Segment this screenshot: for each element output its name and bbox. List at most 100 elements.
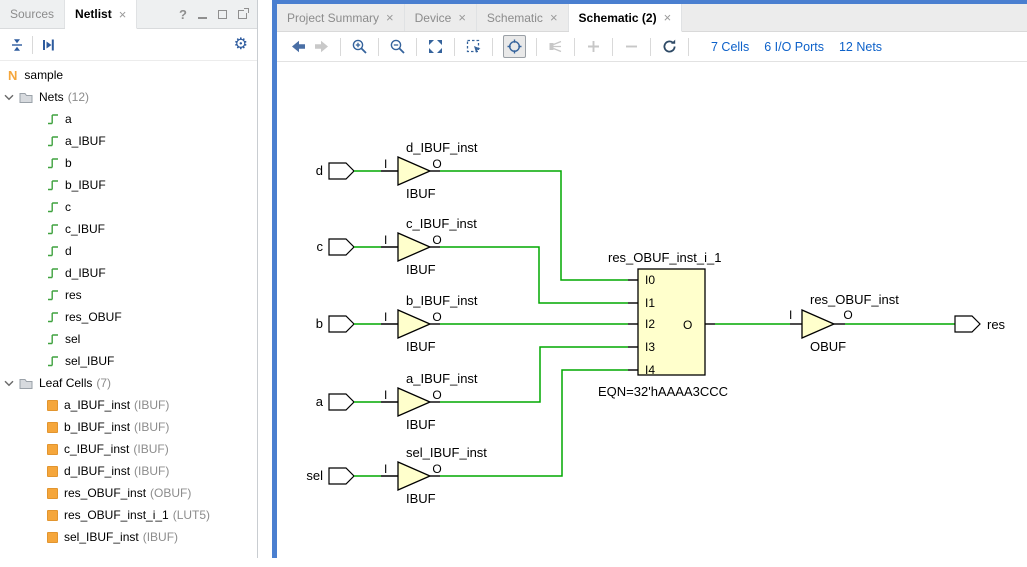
scroll-to-selected-icon	[40, 37, 56, 53]
obuf-cell[interactable]	[802, 310, 834, 338]
remove-button[interactable]	[623, 38, 640, 55]
tab-schematic-2[interactable]: Schematic (2) ×	[569, 4, 683, 32]
tab-sources-label: Sources	[10, 7, 54, 21]
zoom-out-button[interactable]	[389, 38, 406, 55]
instance-name: d_IBUF_inst	[406, 140, 478, 155]
input-port-symbol[interactable]	[329, 163, 354, 179]
cell-type-label: IBUF	[406, 262, 436, 277]
close-icon[interactable]: ×	[386, 11, 394, 24]
net-icon	[47, 289, 59, 301]
instance-name: sel_IBUF_inst	[406, 445, 487, 460]
cell-icon	[47, 400, 58, 411]
input-port-symbol[interactable]	[329, 316, 354, 332]
input-port-symbol[interactable]	[329, 468, 354, 484]
schematic-canvas[interactable]: d I O d_IBUF_inst IBUF c I O	[277, 66, 1027, 562]
tree-root[interactable]: N sample	[0, 64, 257, 86]
cell-icon	[47, 532, 58, 543]
output-port-symbol[interactable]	[955, 316, 980, 332]
close-icon[interactable]: ×	[550, 11, 558, 24]
collapse-all-button[interactable]	[9, 37, 25, 53]
tree-item-net[interactable]: sel_IBUF	[0, 350, 257, 372]
tab-netlist[interactable]: Netlist ×	[65, 0, 137, 29]
cells-link[interactable]: 7 Cells	[711, 40, 749, 54]
tree-item-net[interactable]: res	[0, 284, 257, 306]
scroll-to-selected-button[interactable]	[40, 37, 56, 53]
ibuf-cell[interactable]	[398, 388, 430, 416]
tab-project-summary[interactable]: Project Summary ×	[277, 4, 405, 31]
tree-item-net[interactable]: sel	[0, 328, 257, 350]
pin-in-label: I	[789, 308, 792, 322]
tree-item-net[interactable]: c_IBUF	[0, 218, 257, 240]
tab-schematic[interactable]: Schematic ×	[477, 4, 569, 31]
chevron-down-icon[interactable]	[4, 94, 14, 101]
ibuf-cell[interactable]	[398, 157, 430, 185]
tree-item-net[interactable]: res_OBUF	[0, 306, 257, 328]
tree-item-net[interactable]: a	[0, 108, 257, 130]
io-ports-link[interactable]: 6 I/O Ports	[764, 40, 824, 54]
instance-name: c_IBUF_inst	[406, 216, 477, 231]
tree-item-net[interactable]: d_IBUF	[0, 262, 257, 284]
tree-item-cell[interactable]: c_IBUF_inst(IBUF)	[0, 438, 257, 460]
plus-icon	[585, 38, 602, 55]
settings-gear-icon[interactable]: ⚙	[234, 37, 248, 53]
tree-item-cell[interactable]: b_IBUF_inst(IBUF)	[0, 416, 257, 438]
instance-name: res_OBUF_inst_i_1	[608, 250, 721, 265]
tree-group-leaf-cells[interactable]: Leaf Cells (7)	[0, 372, 257, 394]
cell-label: res_OBUF_inst_i_1	[64, 508, 169, 522]
pin-label: I3	[645, 340, 655, 354]
close-icon[interactable]: ×	[458, 11, 466, 24]
net-icon	[47, 267, 59, 279]
cell-type-label: OBUF	[810, 339, 846, 354]
port-label: a	[316, 394, 324, 409]
close-icon[interactable]: ×	[119, 8, 127, 21]
refresh-button[interactable]	[661, 38, 678, 55]
chevron-down-icon[interactable]	[4, 380, 14, 387]
tab-device[interactable]: Device ×	[405, 4, 477, 31]
cell-type: (IBUF)	[134, 420, 169, 434]
help-icon[interactable]: ?	[179, 7, 187, 22]
tab-label: Schematic (2)	[579, 11, 657, 25]
cell-type: (IBUF)	[134, 464, 169, 478]
tree-item-cell[interactable]: a_IBUF_inst(IBUF)	[0, 394, 257, 416]
maximize-icon[interactable]	[218, 10, 227, 19]
tab-sources[interactable]: Sources	[0, 0, 65, 28]
zoom-in-button[interactable]	[351, 38, 368, 55]
cell-type-label: IBUF	[406, 339, 436, 354]
input-port-symbol[interactable]	[329, 239, 354, 255]
tree-item-net[interactable]: b	[0, 152, 257, 174]
expand-cone-button[interactable]	[547, 38, 564, 55]
net-icon	[47, 245, 59, 257]
net-label: res_OBUF	[65, 310, 122, 324]
autofit-selection-button[interactable]	[503, 35, 526, 58]
tree-item-cell[interactable]: res_OBUF_inst(OBUF)	[0, 482, 257, 504]
tree-item-cell[interactable]: res_OBUF_inst_i_1(LUT5)	[0, 504, 257, 526]
tree-item-net[interactable]: c	[0, 196, 257, 218]
minimize-icon[interactable]	[198, 17, 207, 19]
ibuf-cell[interactable]	[398, 462, 430, 490]
zoom-to-selection-button[interactable]	[465, 38, 482, 55]
ibuf-cell[interactable]	[398, 233, 430, 261]
forward-button[interactable]	[313, 38, 330, 55]
cell-icon	[47, 422, 58, 433]
tree-group-label: Nets	[39, 90, 64, 104]
toolbar-separator	[454, 38, 455, 56]
input-port-symbol[interactable]	[329, 394, 354, 410]
float-icon[interactable]	[238, 10, 247, 19]
tree-item-net[interactable]: a_IBUF	[0, 130, 257, 152]
toolbar-separator	[340, 38, 341, 56]
tree-item-net[interactable]: b_IBUF	[0, 174, 257, 196]
back-button[interactable]	[290, 38, 307, 55]
tab-netlist-label: Netlist	[75, 7, 112, 21]
nets-link[interactable]: 12 Nets	[839, 40, 882, 54]
tree-item-net[interactable]: d	[0, 240, 257, 262]
ibuf-cell[interactable]	[398, 310, 430, 338]
tree-item-cell[interactable]: sel_IBUF_inst(IBUF)	[0, 526, 257, 548]
add-button[interactable]	[585, 38, 602, 55]
expand-cone-icon	[547, 38, 564, 55]
zoom-fit-button[interactable]	[427, 38, 444, 55]
tree-item-cell[interactable]: d_IBUF_inst(IBUF)	[0, 460, 257, 482]
pin-in-label: I	[384, 157, 387, 171]
close-icon[interactable]: ×	[664, 11, 672, 24]
autofit-selection-icon	[506, 38, 523, 55]
tree-group-nets[interactable]: Nets (12)	[0, 86, 257, 108]
